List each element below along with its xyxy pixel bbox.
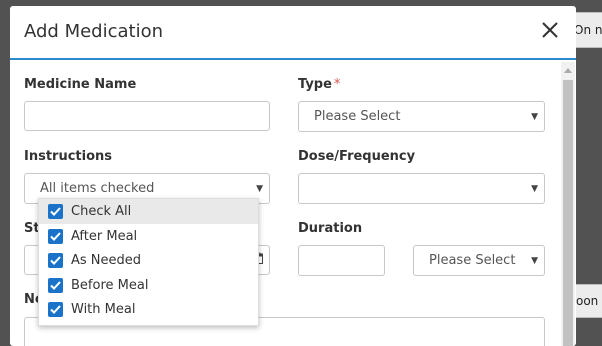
modal-scrollbar[interactable] — [561, 62, 575, 346]
option-as-needed[interactable]: As Needed — [39, 248, 258, 273]
option-after-meal[interactable]: After Meal — [39, 224, 258, 249]
duration-input[interactable] — [298, 245, 385, 276]
modal-header: Add Medication — [10, 6, 576, 60]
required-mark: * — [333, 77, 341, 92]
option-before-meal[interactable]: Before Meal — [39, 273, 258, 298]
close-button[interactable] — [538, 18, 562, 42]
medicine-name-label: Medicine Name — [24, 77, 137, 92]
option-label: Check All — [71, 204, 132, 219]
scroll-thumb[interactable] — [563, 80, 573, 346]
type-label: Type * — [298, 77, 340, 92]
instructions-label: Instructions — [24, 149, 113, 164]
type-select-value: Please Select — [314, 109, 401, 124]
option-check-all[interactable]: Check All — [39, 199, 258, 224]
option-label: Before Meal — [71, 277, 149, 293]
medicine-name-input[interactable] — [24, 101, 270, 131]
option-label: With Meal — [71, 302, 136, 317]
type-select[interactable]: Please Select ▼ — [298, 101, 545, 132]
option-label: After Meal — [71, 228, 138, 244]
checkbox-checked-icon[interactable] — [48, 253, 63, 268]
instructions-select-value: All items checked — [40, 181, 155, 196]
checkbox-checked-icon[interactable] — [48, 302, 63, 317]
instructions-dropdown: Check All After Meal As Needed Before Me… — [38, 198, 259, 326]
option-label: As Needed — [71, 253, 142, 268]
checkbox-checked-icon[interactable] — [48, 277, 63, 293]
chevron-down-icon: ▼ — [531, 184, 538, 194]
checkbox-checked-icon[interactable] — [48, 204, 63, 219]
add-medication-modal: Add Medication Medicine Name Type * Pleas… — [10, 6, 576, 346]
chevron-down-icon: ▼ — [531, 256, 538, 266]
scroll-up-arrow-icon[interactable] — [564, 68, 572, 73]
dose-frequency-select[interactable]: ▼ — [298, 173, 545, 204]
duration-unit-select-value: Please Select — [429, 253, 516, 268]
chevron-down-icon: ▼ — [531, 112, 538, 122]
close-icon — [542, 22, 558, 38]
chevron-down-icon: ▼ — [256, 184, 263, 194]
duration-label: Duration — [298, 221, 363, 236]
duration-unit-select[interactable]: Please Select ▼ — [413, 245, 545, 276]
option-with-meal[interactable]: With Meal — [39, 297, 258, 322]
checkbox-checked-icon[interactable] — [48, 228, 63, 244]
modal-title: Add Medication — [24, 21, 164, 42]
type-label-text: Type — [298, 77, 332, 92]
dose-frequency-label: Dose/Frequency — [298, 149, 416, 164]
